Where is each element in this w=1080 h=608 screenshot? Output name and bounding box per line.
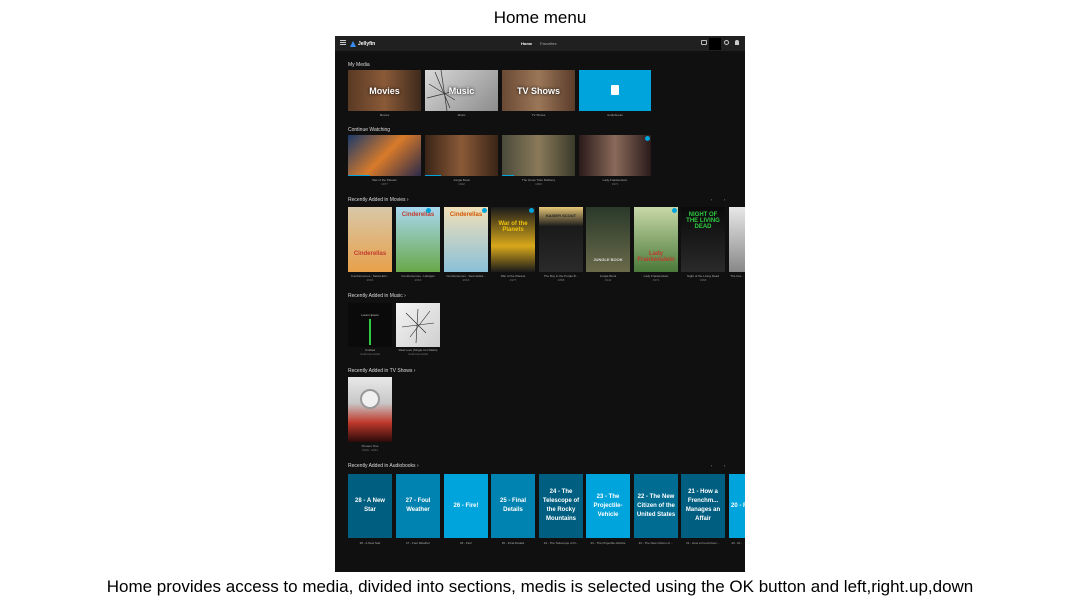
movie-poster-1[interactable]: Cinderellas	[348, 207, 392, 272]
movie-year: 1898	[557, 278, 565, 282]
jellyfin-logo-icon	[350, 40, 356, 47]
section-heading-recent-music[interactable]: Recently Added in Music ›	[348, 293, 406, 299]
played-badge	[645, 136, 650, 141]
continue-year: 1977	[381, 182, 388, 186]
slide-title: Home menu	[493, 8, 587, 27]
played-badge	[529, 208, 534, 213]
audiobook-caption: 28 - A New Star	[359, 541, 381, 545]
continue-year: 1971	[611, 182, 619, 186]
media-tile-tv-shows[interactable]: TV Shows	[502, 70, 575, 111]
movie-poster-3[interactable]: Cinderellas	[444, 207, 488, 272]
section-heading-recent-audiobooks[interactable]: Recently Added in Audiobooks ›	[348, 463, 419, 469]
audiobook-tile-7[interactable]: 22 - The New Citizen of the United State…	[634, 474, 678, 538]
section-heading-recent-tv[interactable]: Recently Added in TV Shows ›	[348, 368, 415, 374]
audiobook-tile-9[interactable]: 20 - Ri	[729, 474, 745, 538]
audiobook-tile-4[interactable]: 25 - Final Details	[491, 474, 535, 538]
search-icon[interactable]	[724, 40, 729, 45]
audiobook-caption: 21 - How a Frenchman ...	[686, 541, 720, 545]
movie-title: The Gre...	[730, 274, 744, 278]
media-tile-music[interactable]: Music	[425, 70, 498, 111]
album-art-2[interactable]	[396, 303, 440, 347]
cast-icon[interactable]	[701, 40, 707, 45]
book-icon	[611, 85, 619, 95]
played-badge	[672, 208, 677, 213]
movie-poster-2[interactable]: Cinderellas	[396, 207, 440, 272]
movie-year: 2016	[414, 278, 422, 282]
astronaut-helmet	[360, 389, 380, 409]
media-tile-label: Movies	[369, 85, 400, 96]
menu-icon[interactable]	[340, 40, 346, 46]
audiobook-caption: 22 - The New Citizen of ...	[638, 541, 674, 545]
audiobook-tile-1[interactable]: 28 - A New Star	[348, 474, 392, 538]
chevron-left-icon[interactable]: ‹	[711, 463, 712, 468]
album-artist: Unknown artist	[408, 352, 428, 356]
album-art-1[interactable]: Lorem Ipsum	[348, 303, 392, 347]
audiobook-tile-8[interactable]: 21 - How a Frenchm... Manages an Affair	[681, 474, 725, 538]
section-heading-my-media: My Media	[348, 62, 370, 68]
continue-item-1[interactable]	[348, 135, 421, 176]
media-caption: Movies	[379, 113, 390, 117]
selection-overlay	[709, 38, 721, 50]
continue-year: 1903	[535, 182, 542, 186]
tv-years: 2010 - 2011	[362, 448, 378, 452]
tab-favorites[interactable]: Favorites	[540, 41, 556, 46]
continue-year: 1942	[458, 182, 465, 186]
user-icon[interactable]	[735, 40, 739, 45]
continue-item-4[interactable]	[579, 135, 651, 176]
progress-bar	[502, 175, 514, 176]
movie-year: 1971	[652, 278, 660, 282]
progress-bar	[348, 175, 370, 176]
movie-poster-7[interactable]: Lady Frankenstein	[634, 207, 678, 272]
audiobook-tile-5[interactable]: 24 - The Telescope of the Rocky Mountain…	[539, 474, 583, 538]
media-caption: Music	[457, 113, 466, 117]
album-artist: Unknown artist	[360, 352, 380, 356]
slide-caption: Home provides access to media, divided i…	[106, 577, 974, 596]
section-heading-recent-movies[interactable]: Recently Added in Movies ›	[348, 197, 409, 203]
tv-poster-pioneer-one[interactable]	[348, 377, 392, 442]
movie-year: 1977	[509, 278, 517, 282]
audiobook-tile-6[interactable]: 23 - The Projectile-Vehicle	[586, 474, 630, 538]
movie-year: 1942	[604, 278, 612, 282]
chevron-right-icon[interactable]: ›	[724, 197, 725, 202]
continue-item-3[interactable]	[502, 135, 575, 176]
brand-name: Jellyfin	[358, 40, 376, 47]
audiobook-caption: 25 - Final Details	[501, 541, 525, 545]
progress-bar	[425, 175, 441, 176]
movie-year: 1968	[699, 278, 707, 282]
movie-poster-6[interactable]: JUNGLE BOOK	[586, 207, 630, 272]
media-tile-label: TV Shows	[516, 85, 560, 96]
movie-poster-9[interactable]	[729, 207, 745, 272]
media-caption: Audiobooks	[607, 113, 623, 117]
chevron-left-icon[interactable]: ‹	[711, 197, 712, 202]
played-badge	[426, 208, 431, 213]
audiobook-caption: 26 - Fire!	[459, 541, 472, 545]
movie-year: 2016	[366, 278, 374, 282]
movie-poster-5[interactable]: KAISER SCOUT	[539, 207, 583, 272]
audiobook-caption: 23 - The Projectile-Vehicle	[590, 541, 626, 545]
played-badge	[482, 208, 487, 213]
brand-logo[interactable]: Jellyfin	[350, 39, 375, 48]
album-art-stripe	[369, 319, 371, 345]
spider-art	[401, 308, 435, 344]
chevron-right-icon[interactable]: ›	[724, 463, 725, 468]
audiobook-caption: 24 - The Telescope of th...	[543, 541, 579, 545]
movie-poster-8[interactable]: NIGHT OF THE LIVING DEAD	[681, 207, 725, 272]
continue-item-2[interactable]	[425, 135, 498, 176]
media-tile-movies[interactable]: Movies	[348, 70, 421, 111]
media-tile-label: Music	[448, 85, 475, 96]
tab-home[interactable]: Home	[521, 41, 532, 46]
media-tile-audiobooks[interactable]	[579, 70, 651, 111]
audiobook-tile-2[interactable]: 27 - Foul Weather	[396, 474, 440, 538]
jellyfin-app: Jellyfin Home Favorites My Media Movies …	[335, 36, 745, 572]
movie-poster-4[interactable]: War of the Planets	[491, 207, 535, 272]
album-art-text: Lorem Ipsum	[361, 313, 379, 317]
audiobook-caption: 20 - Ri...	[731, 541, 743, 545]
media-caption: TV Shows	[531, 113, 546, 117]
section-heading-continue-watching: Continue Watching	[348, 127, 391, 133]
audiobook-tile-3[interactable]: 26 - Fire!	[444, 474, 488, 538]
audiobook-caption: 27 - Foul Weather	[406, 541, 430, 545]
movie-year: 2016	[462, 278, 470, 282]
top-bar: Jellyfin Home Favorites	[335, 36, 745, 51]
